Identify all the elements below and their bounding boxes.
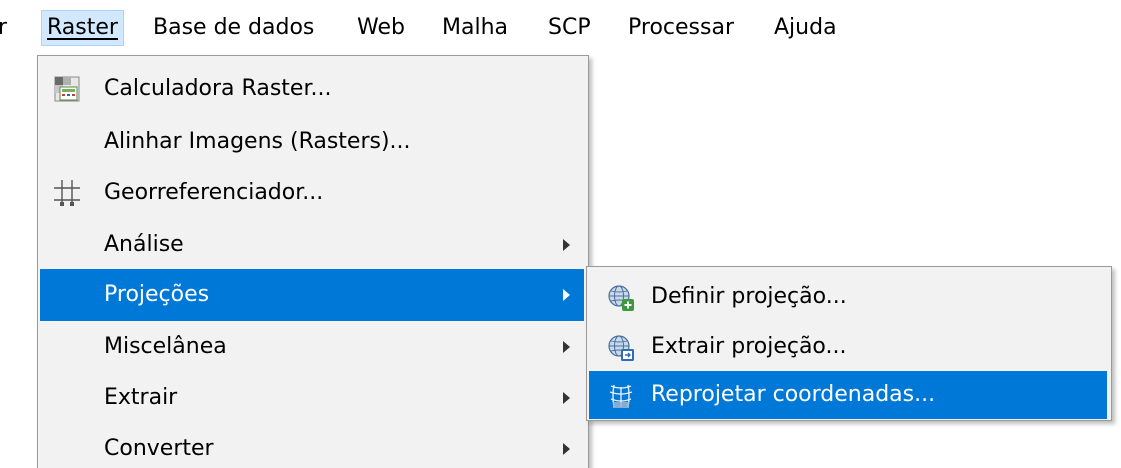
georeferencer-grid-icon	[52, 178, 82, 208]
submenu-arrow-icon	[563, 392, 570, 404]
menu-processar[interactable]: Processar	[628, 10, 734, 46]
menu-label: Raster	[47, 15, 118, 40]
menu-item-label: Miscelânea	[104, 334, 227, 359]
submenu-item-label: Reprojetar coordenadas...	[651, 382, 936, 407]
menu-item-alinhar-imagens[interactable]: Alinhar Imagens (Rasters)...	[40, 116, 584, 168]
menu-scp[interactable]: SCP	[548, 10, 591, 46]
reproject-grid-icon	[607, 382, 635, 410]
menu-item-label: Alinhar Imagens (Rasters)...	[104, 129, 411, 154]
menu-label: Malha	[442, 15, 508, 40]
menu-item-calculadora-raster[interactable]: Calculadora Raster...	[40, 63, 584, 115]
raster-dropdown-menu: Calculadora Raster... Alinhar Imagens (R…	[37, 55, 589, 468]
submenu-arrow-icon	[563, 341, 570, 353]
menu-label: r	[0, 15, 8, 40]
menu-item-label: Converter	[104, 436, 214, 461]
menu-item-label: Análise	[104, 232, 184, 257]
menu-label: Web	[357, 15, 405, 40]
menu-label: SCP	[548, 15, 591, 40]
submenu-arrow-icon	[563, 289, 570, 301]
submenu-arrow-icon	[563, 239, 570, 251]
projecoes-submenu: Definir projeção... Extrair projeção...	[586, 266, 1112, 421]
menu-item-analise[interactable]: Análise	[40, 219, 584, 271]
menu-label: Processar	[628, 15, 734, 40]
menu-base-de-dados[interactable]: Base de dados	[153, 10, 314, 46]
app-window: r Raster Base de dados Web Malha SCP Pro…	[0, 0, 1121, 468]
menu-item-label: Extrair	[104, 385, 178, 410]
submenu-item-label: Extrair projeção...	[651, 334, 847, 359]
menu-label: Ajuda	[774, 15, 837, 40]
menu-label: Base de dados	[153, 15, 315, 40]
menu-vetor-cutoff[interactable]: r	[0, 10, 7, 46]
submenu-arrow-icon	[563, 443, 570, 455]
menu-item-extrair[interactable]: Extrair	[40, 372, 584, 424]
submenu-item-extrair-projecao[interactable]: Extrair projeção...	[589, 323, 1107, 371]
menu-item-label: Georreferenciador...	[104, 180, 324, 205]
menu-item-label: Projeções	[104, 282, 210, 307]
globe-extract-icon	[607, 334, 635, 362]
submenu-item-reprojetar-coordenadas[interactable]: Reprojetar coordenadas...	[589, 371, 1107, 419]
raster-calculator-icon	[52, 74, 82, 104]
menu-item-georreferenciador[interactable]: Georreferenciador...	[40, 167, 584, 219]
menu-item-miscelanea[interactable]: Miscelânea	[40, 321, 584, 373]
menu-ajuda[interactable]: Ajuda	[774, 10, 837, 46]
globe-add-icon	[607, 284, 635, 312]
menu-item-label: Calculadora Raster...	[104, 76, 332, 101]
submenu-item-label: Definir projeção...	[651, 284, 847, 309]
submenu-item-definir-projecao[interactable]: Definir projeção...	[589, 273, 1107, 321]
menu-raster[interactable]: Raster	[41, 10, 124, 46]
menu-web[interactable]: Web	[357, 10, 405, 46]
menubar: r Raster Base de dados Web Malha SCP Pro…	[0, 0, 1121, 57]
menu-item-projecoes[interactable]: Projeções	[40, 269, 584, 321]
menu-item-converter[interactable]: Converter	[40, 423, 584, 468]
menu-malha[interactable]: Malha	[442, 10, 508, 46]
